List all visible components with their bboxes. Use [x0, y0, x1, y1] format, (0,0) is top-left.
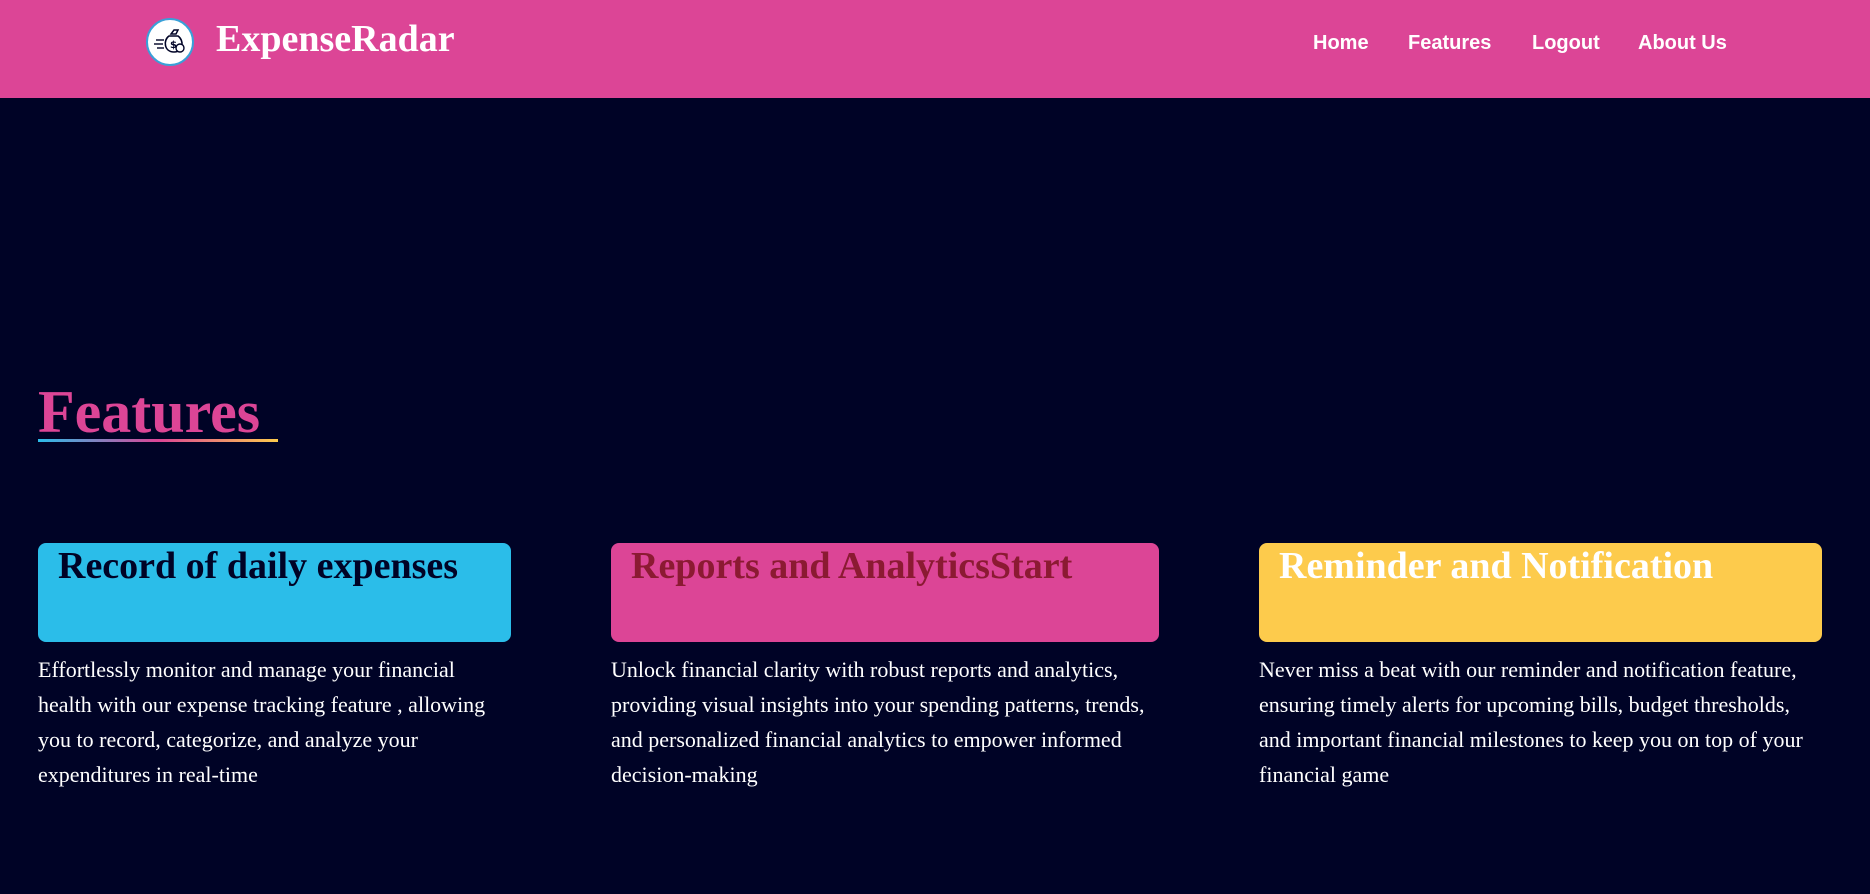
nav-home[interactable]: Home	[1313, 30, 1369, 56]
nav-features[interactable]: Features	[1408, 30, 1491, 56]
feature-title: Record of daily expenses	[58, 545, 459, 587]
money-bag-icon: $	[154, 29, 185, 53]
navbar: $ ExpenseRadar Home Features Logout Abou…	[0, 0, 1870, 98]
brand-name[interactable]: ExpenseRadar	[216, 16, 455, 62]
feature-title: Reminder and Notification	[1279, 545, 1714, 587]
feature-description: Unlock financial clarity with robust rep…	[611, 657, 1145, 787]
feature-description: Never miss a beat with our reminder and …	[1259, 657, 1803, 787]
logo[interactable]: $	[146, 18, 194, 66]
feature-card-expenses: Record of daily expenses	[38, 543, 511, 642]
title-underline	[38, 439, 278, 442]
feature-card-reminders: Reminder and Notification	[1259, 543, 1822, 642]
feature-description: Effortlessly monitor and manage your fin…	[38, 657, 486, 787]
feature-card-reports: Reports and AnalyticsStart	[611, 543, 1159, 642]
feature-title: Reports and AnalyticsStart	[631, 545, 1073, 587]
section-title: Features	[38, 379, 261, 445]
nav-about-us[interactable]: About Us	[1638, 30, 1727, 56]
nav-logout[interactable]: Logout	[1532, 30, 1600, 56]
